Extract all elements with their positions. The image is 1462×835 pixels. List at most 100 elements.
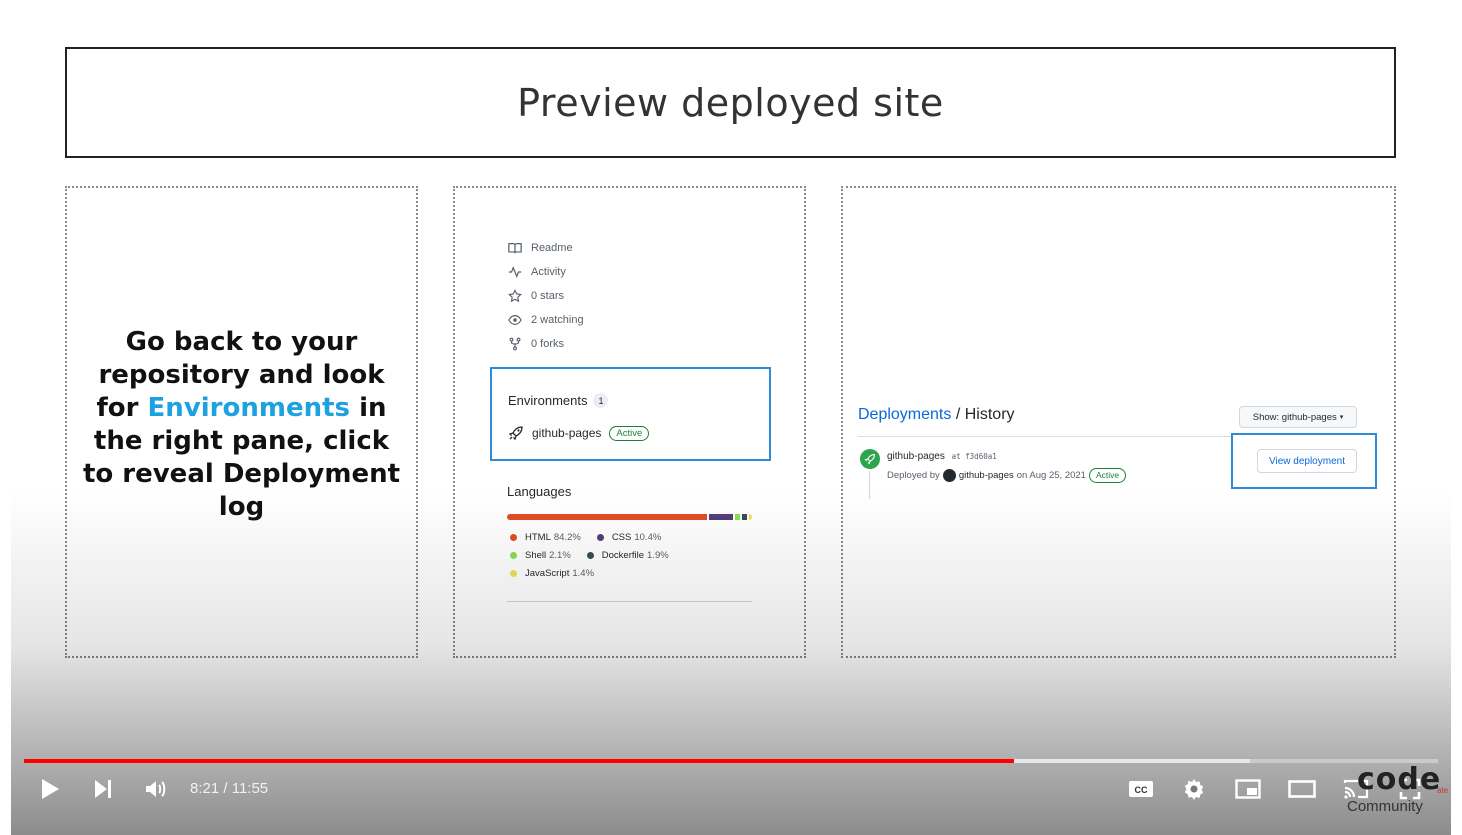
status-badge: Active	[609, 425, 650, 441]
language-dot	[510, 551, 517, 559]
language-bar-segment	[507, 514, 707, 520]
view-deployment-button[interactable]: View deployment	[1257, 449, 1357, 473]
slide-title: Preview deployed site	[517, 80, 944, 125]
language-percent: 10.4%	[634, 531, 662, 543]
book-icon	[507, 240, 523, 256]
captions-button[interactable]: CC	[1124, 772, 1158, 806]
fork-icon	[507, 336, 523, 352]
language-dot	[510, 569, 517, 577]
svg-text:CC: CC	[1135, 785, 1148, 795]
environment-github-pages[interactable]: github-pages Active	[508, 425, 650, 441]
filter-label: Show: github-pages	[1252, 411, 1337, 423]
deployments-panel: Deployments / History Show: github-pages…	[841, 186, 1396, 658]
deployments-breadcrumb: Deployments / History	[858, 406, 1015, 424]
deployer-name[interactable]: github-pages	[959, 470, 1014, 481]
sidebar-item-label: 0 forks	[531, 338, 565, 350]
breadcrumb-current: History	[964, 406, 1015, 423]
view-deployment-highlight-box: View deployment	[1231, 433, 1377, 489]
play-button[interactable]	[33, 772, 67, 806]
deployment-date: on Aug 25, 2021	[1016, 470, 1086, 481]
language-percent: 1.9%	[647, 549, 669, 561]
duration: 11:55	[231, 780, 269, 797]
captions-icon: CC	[1129, 781, 1153, 797]
instruction-highlight: Environments	[147, 393, 351, 423]
rocket-icon	[508, 426, 523, 441]
sidebar-item-watching[interactable]: 2 watching	[507, 308, 584, 332]
next-button[interactable]	[86, 772, 120, 806]
settings-button[interactable]	[1177, 772, 1211, 806]
language-dot	[510, 533, 517, 541]
avatar	[942, 469, 956, 482]
settings-icon	[1184, 779, 1204, 800]
language-name: HTML	[525, 531, 551, 543]
breadcrumb-separator: /	[955, 406, 961, 423]
deployment-meta: Deployed by github-pages on Aug 25, 2021…	[887, 468, 1127, 483]
language-name: JavaScript	[525, 567, 570, 579]
watermark-community: Community	[1347, 798, 1423, 815]
language-dot	[596, 533, 604, 541]
video-frame[interactable]: Preview deployed site Go back to your re…	[0, 0, 1462, 835]
commit-sha[interactable]: f3d60a1	[965, 452, 997, 461]
miniplayer-button[interactable]	[1231, 772, 1265, 806]
language-bar-segment	[742, 514, 747, 520]
sidebar-item-label: Activity	[531, 266, 566, 278]
language-name: CSS	[611, 531, 632, 543]
deployments-link[interactable]: Deployments	[858, 406, 951, 423]
deployed-by-label: Deployed by	[887, 470, 940, 481]
next-icon	[95, 780, 111, 798]
current-time: 8:21	[190, 780, 220, 797]
theater-icon	[1288, 780, 1316, 798]
environment-filter-button[interactable]: Show: github-pages ▾	[1239, 406, 1357, 428]
watermark-small: ate	[1437, 786, 1449, 795]
deployment-environment[interactable]: github-pages	[887, 451, 945, 462]
eye-icon	[507, 312, 523, 328]
language-percent: 84.2%	[553, 531, 581, 543]
theater-mode-button[interactable]	[1285, 772, 1319, 806]
language-percent: 2.1%	[549, 549, 571, 561]
environments-title: Environments	[508, 393, 588, 408]
language-bar-segment	[748, 514, 752, 520]
sidebar-item-label: 2 watching	[531, 314, 584, 326]
progress-bar[interactable]	[24, 759, 1438, 763]
language-css[interactable]: CSS 10.4%	[596, 531, 662, 543]
environments-highlight-box: Environments 1 github-pages Active	[490, 367, 771, 461]
sidebar-item-readme[interactable]: Readme	[507, 236, 584, 260]
instruction-panel: Go back to your repository and look for …	[65, 186, 418, 658]
language-shell[interactable]: Shell 2.1%	[510, 550, 571, 561]
status-badge: Active	[1088, 468, 1127, 483]
star-icon	[507, 288, 523, 304]
language-dot	[586, 551, 594, 559]
sidebar-item-forks[interactable]: 0 forks	[507, 332, 584, 356]
slide-title-box: Preview deployed site	[65, 47, 1396, 158]
repo-sidebar-panel: Readme Activity 0 stars 2 watching 0 for…	[453, 186, 806, 658]
progress-played	[24, 759, 1014, 763]
language-bar-segment	[708, 514, 734, 520]
channel-watermark[interactable]: code ate Community	[1345, 762, 1449, 818]
mute-button[interactable]	[139, 772, 173, 806]
sidebar-item-stars[interactable]: 0 stars	[507, 284, 584, 308]
timeline-line	[869, 471, 870, 499]
language-dockerfile[interactable]: Dockerfile 1.9%	[586, 549, 669, 561]
language-html[interactable]: HTML 84.2%	[510, 532, 581, 543]
about-list: Readme Activity 0 stars 2 watching 0 for…	[507, 236, 584, 356]
languages-list: HTML 84.2% CSS 10.4% Shell 2.1% Dockerfile 1…	[510, 528, 770, 582]
language-name: Dockerfile	[601, 549, 645, 561]
deployment-title: github-pages at f3d60a1	[887, 451, 997, 462]
pulse-icon	[507, 264, 523, 280]
volume-icon	[146, 781, 166, 797]
instruction-text: Go back to your repository and look for …	[77, 326, 406, 524]
environment-name: github-pages	[532, 426, 602, 440]
language-javascript[interactable]: JavaScript 1.4%	[510, 568, 594, 579]
sidebar-item-activity[interactable]: Activity	[507, 260, 584, 284]
languages-bar	[507, 514, 752, 520]
caret-down-icon: ▾	[1339, 414, 1344, 421]
play-icon	[42, 779, 59, 799]
miniplayer-icon	[1235, 779, 1261, 799]
language-name: Shell	[525, 549, 547, 561]
sidebar-item-label: 0 stars	[531, 290, 565, 302]
environments-heading[interactable]: Environments 1	[508, 393, 609, 408]
environments-count-badge: 1	[593, 393, 609, 408]
divider	[507, 601, 752, 602]
divider	[858, 436, 1233, 437]
language-bar-segment	[735, 514, 741, 520]
